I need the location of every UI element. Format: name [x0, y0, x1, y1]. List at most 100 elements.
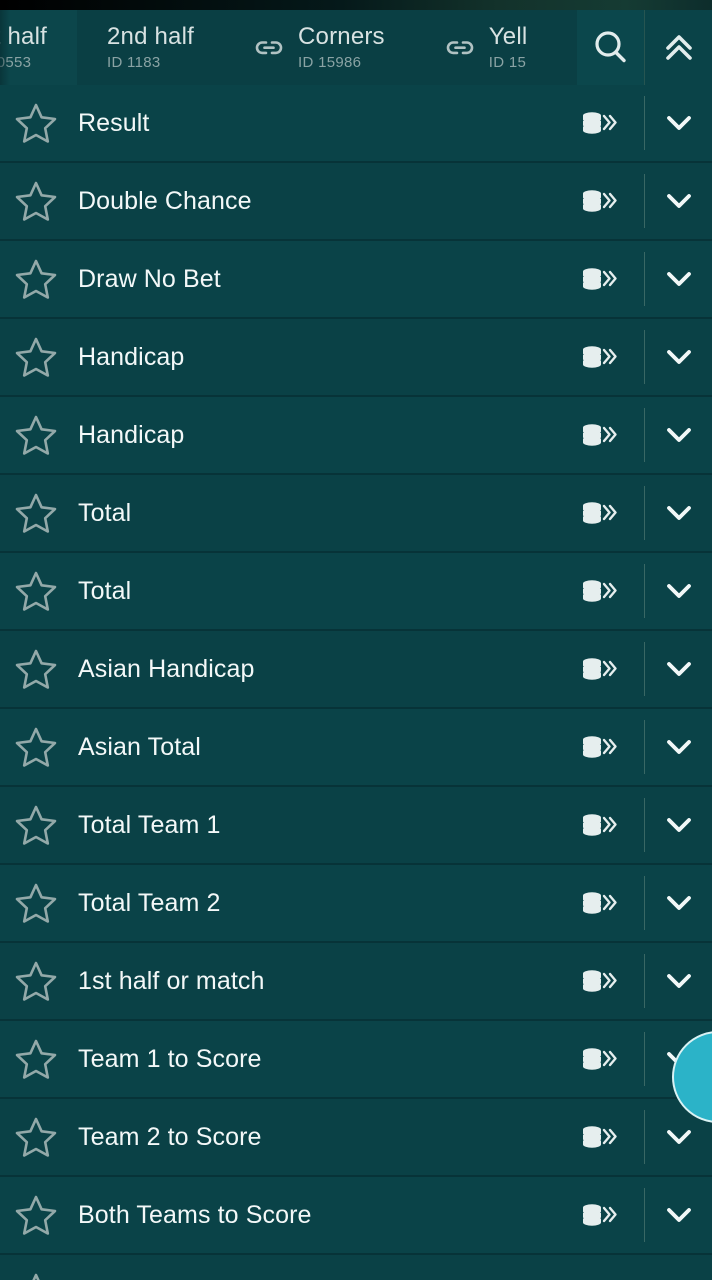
coin-stack-icon[interactable] [568, 499, 630, 527]
tab-corners[interactable]: Corners ID 15986 [224, 10, 415, 85]
coin-stack-icon[interactable] [568, 109, 630, 137]
market-row[interactable]: Total [0, 553, 712, 631]
market-name: Handicap [78, 343, 185, 371]
star-outline-icon[interactable] [0, 490, 72, 536]
coin-stack-icon[interactable] [568, 1123, 630, 1151]
chevron-down-icon[interactable] [645, 181, 712, 221]
coin-stack-icon[interactable] [568, 187, 630, 215]
row-divider [644, 876, 645, 930]
star-outline-icon[interactable] [0, 412, 72, 458]
star-outline-icon[interactable] [0, 568, 72, 614]
market-row[interactable]: Total [0, 475, 712, 553]
coin-stack-icon[interactable] [568, 733, 630, 761]
market-row[interactable]: Both Teams to Score [0, 1177, 712, 1255]
market-row[interactable]: Team 2 to Score [0, 1099, 712, 1177]
chevron-down-icon[interactable] [645, 1195, 712, 1235]
coin-stack-icon[interactable] [568, 265, 630, 293]
coin-stack-icon[interactable] [568, 967, 630, 995]
chevron-down-icon[interactable] [645, 727, 712, 767]
tab-text: Yell ID 15 [489, 23, 528, 73]
market-name: 1st half or match [78, 967, 265, 995]
market-name: Total Team 1 [78, 811, 221, 839]
tabs-scroller[interactable]: 1st half ID 10553 2nd half ID 1183 Corners ID… [0, 10, 557, 85]
star-outline-icon[interactable] [0, 334, 72, 380]
market-row[interactable]: Handicap [0, 397, 712, 475]
search-icon [589, 26, 633, 70]
row-divider [644, 954, 645, 1008]
tab-1st-half[interactable]: 1st half ID 10553 [0, 10, 77, 85]
star-outline-icon[interactable] [0, 1114, 72, 1160]
coin-stack-icon[interactable] [568, 421, 630, 449]
market-row[interactable]: Total Team 2 [0, 865, 712, 943]
coin-stack-icon[interactable] [568, 343, 630, 371]
chevron-down-icon[interactable] [645, 805, 712, 845]
tab-text: Corners ID 15986 [298, 23, 385, 73]
coin-stack-icon[interactable] [568, 577, 630, 605]
row-divider [644, 408, 645, 462]
chevron-down-icon[interactable] [645, 649, 712, 689]
star-outline-icon[interactable] [0, 724, 72, 770]
star-outline-icon[interactable] [0, 880, 72, 926]
market-row[interactable]: Double Chance [0, 163, 712, 241]
star-outline-icon[interactable] [0, 1192, 72, 1238]
star-outline-icon[interactable] [0, 1270, 72, 1280]
tab-title: 1st half [0, 22, 47, 50]
market-list[interactable]: Result Double Chance Draw No Bet Handicap Ha… [0, 85, 712, 1280]
coin-stack-icon[interactable] [568, 889, 630, 917]
chevron-down-icon[interactable] [645, 571, 712, 611]
coin-stack-icon[interactable] [568, 655, 630, 683]
market-list-screen: 1st half ID 10553 2nd half ID 1183 Corners ID… [0, 0, 712, 1280]
star-outline-icon[interactable] [0, 958, 72, 1004]
row-divider [644, 486, 645, 540]
market-row[interactable]: Result [0, 85, 712, 163]
coin-stack-icon[interactable] [568, 1201, 630, 1229]
tab-text: 1st half ID 10553 [0, 23, 47, 73]
chevron-down-icon[interactable] [645, 961, 712, 1001]
row-divider [644, 798, 645, 852]
chevron-down-icon[interactable] [645, 337, 712, 377]
market-name: Double Chance [78, 187, 252, 215]
market-name: Handicap [78, 421, 185, 449]
chevron-down-icon[interactable] [645, 883, 712, 923]
tab-title: Corners [298, 22, 385, 50]
row-divider [644, 96, 645, 150]
market-name: Team 1 to Score [78, 1045, 262, 1073]
star-outline-icon[interactable] [0, 646, 72, 692]
tab-yell[interactable]: Yell ID 15 [415, 10, 558, 85]
star-outline-icon[interactable] [0, 802, 72, 848]
row-divider [644, 252, 645, 306]
market-row[interactable]: Draw No Bet [0, 241, 712, 319]
market-row[interactable]: Asian Handicap [0, 631, 712, 709]
market-row[interactable]: 1st half or match [0, 943, 712, 1021]
coin-stack-icon[interactable] [568, 811, 630, 839]
star-outline-icon[interactable] [0, 256, 72, 302]
tab-text: 2nd half ID 1183 [107, 23, 194, 73]
status-strip [0, 0, 712, 10]
chevron-down-icon[interactable] [645, 1117, 712, 1157]
market-row[interactable]: Handicap [0, 319, 712, 397]
tab-2nd-half[interactable]: 2nd half ID 1183 [77, 10, 224, 85]
row-divider [644, 642, 645, 696]
market-row[interactable]: Total Team 1 [0, 787, 712, 865]
star-outline-icon[interactable] [0, 100, 72, 146]
market-name: Both Teams to Score [78, 1201, 312, 1229]
market-name: Total Team 2 [78, 889, 221, 917]
collapse-all-button[interactable] [645, 10, 712, 85]
market-name: Draw No Bet [78, 265, 221, 293]
chevron-double-up-icon [657, 26, 701, 70]
tab-title: 2nd half [106, 22, 194, 50]
market-row[interactable]: Asian Total [0, 709, 712, 787]
chevron-down-icon[interactable] [645, 493, 712, 533]
row-divider [644, 720, 645, 774]
chevron-down-icon[interactable] [645, 259, 712, 299]
search-button[interactable] [577, 10, 644, 85]
market-row[interactable] [0, 1255, 712, 1280]
chevron-down-icon[interactable] [645, 103, 712, 143]
star-outline-icon[interactable] [0, 1036, 72, 1082]
header-actions [577, 10, 712, 85]
market-row[interactable]: Team 1 to Score [0, 1021, 712, 1099]
coin-stack-icon[interactable] [568, 1045, 630, 1073]
chevron-down-icon[interactable] [645, 415, 712, 455]
star-outline-icon[interactable] [0, 178, 72, 224]
header-separator [644, 10, 645, 85]
